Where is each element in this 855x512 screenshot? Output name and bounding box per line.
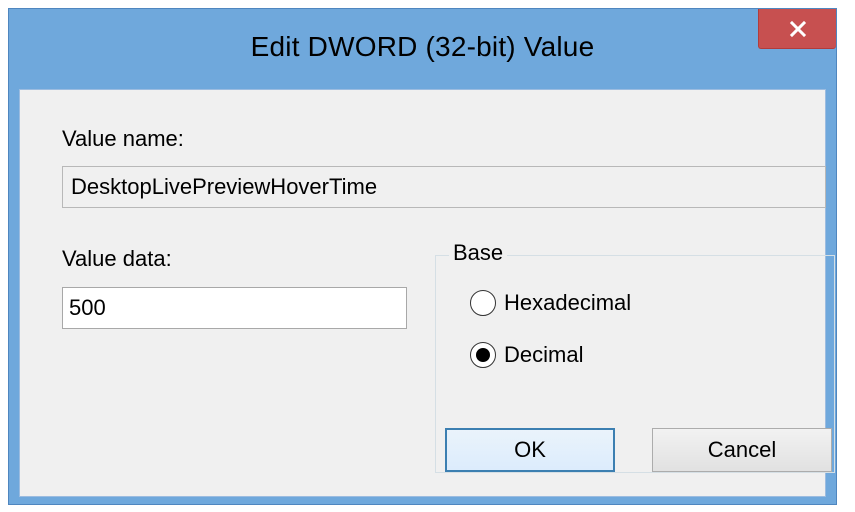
dialog-window: Edit DWORD (32-bit) Value Value name: De… — [8, 8, 837, 505]
value-data-input[interactable]: 500 — [62, 287, 407, 329]
radio-decimal[interactable]: Decimal — [470, 342, 583, 368]
close-button[interactable] — [758, 9, 836, 49]
base-group-label: Base — [449, 240, 508, 266]
value-name-field[interactable]: DesktopLivePreviewHoverTime — [62, 166, 826, 208]
value-name-label: Value name: — [62, 126, 184, 151]
close-icon — [789, 20, 807, 38]
radio-hexadecimal[interactable]: Hexadecimal — [470, 290, 631, 316]
radio-label-decimal: Decimal — [504, 342, 584, 367]
radio-button-decimal[interactable] — [470, 342, 496, 368]
radio-label-hexadecimal: Hexadecimal — [504, 290, 632, 315]
ok-button[interactable]: OK — [445, 428, 615, 472]
cancel-button[interactable]: Cancel — [652, 428, 832, 472]
window-title: Edit DWORD (32-bit) Value — [250, 31, 595, 62]
radio-button-hexadecimal[interactable] — [470, 290, 496, 316]
title-bar[interactable]: Edit DWORD (32-bit) Value — [9, 9, 836, 89]
radio-selected-dot — [476, 348, 490, 362]
dialog-body: Value name: DesktopLivePreviewHoverTime … — [19, 89, 835, 497]
value-data-label: Value data: — [62, 246, 172, 271]
